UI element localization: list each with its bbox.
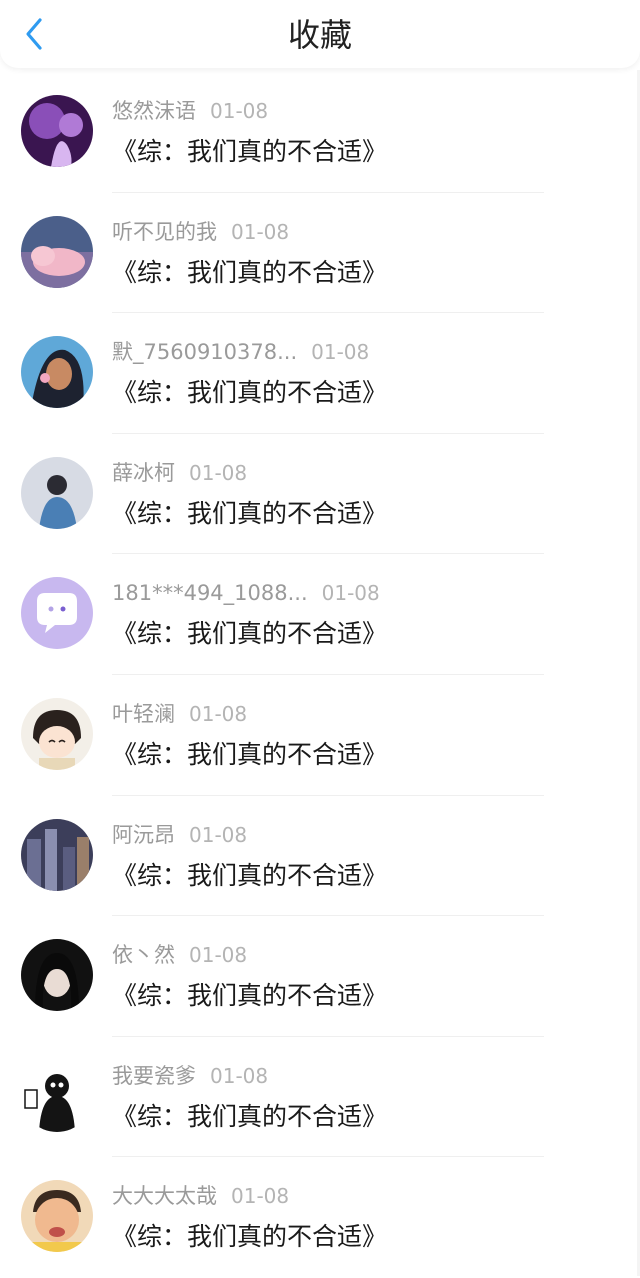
item-meta: 听不见的我 01-08 (112, 217, 289, 247)
user-name: 叶轻澜 (112, 701, 175, 726)
list-item[interactable]: 听不见的我 01-08 《综：我们真的不合适》 (0, 193, 640, 314)
list-item[interactable]: 阿沅昂 01-08 《综：我们真的不合适》 (0, 796, 640, 917)
item-title: 《综：我们真的不合适》 (112, 1222, 388, 1252)
list-item[interactable]: 薛冰柯 01-08 《综：我们真的不合适》 (0, 434, 640, 555)
item-date: 01-08 (231, 1184, 290, 1209)
user-name: 阿沅昂 (112, 822, 175, 847)
avatar[interactable] (21, 939, 93, 1012)
item-title: 《综：我们真的不合适》 (112, 860, 388, 890)
item-date: 01-08 (189, 943, 248, 968)
list-item[interactable]: 181***494_1088... 01-08 《综：我们真的不合适》 (0, 554, 640, 675)
item-date: 01-08 (210, 99, 269, 123)
item-date: 01-08 (189, 701, 248, 726)
avatar[interactable] (21, 456, 93, 529)
list-item[interactable]: 悠然沫语 01-08 《综：我们真的不合适》 (0, 72, 640, 193)
avatar[interactable] (21, 1059, 93, 1132)
list-item[interactable]: 我要瓷爹 01-08 《综：我们真的不合适》 (0, 1037, 640, 1158)
item-title: 《综：我们真的不合适》 (112, 739, 388, 769)
favorites-list: 悠然沫语 01-08 《综：我们真的不合适》 听不见的我 01-08 《综：我们真的… (0, 72, 640, 1278)
item-title: 《综：我们真的不合适》 (112, 257, 388, 287)
item-date: 01-08 (210, 1063, 269, 1088)
item-date: 01-08 (189, 822, 248, 847)
avatar[interactable] (21, 95, 93, 167)
user-name: 薛冰柯 (112, 460, 175, 485)
item-date: 01-08 (321, 581, 380, 606)
user-name: 悠然沫语 (112, 99, 196, 123)
item-date: 01-08 (231, 219, 290, 244)
user-name: 依丶然 (112, 943, 175, 968)
user-name: 听不见的我 (112, 219, 217, 244)
item-meta: 薛冰柯 01-08 (112, 458, 247, 488)
top-bar: 收藏 (0, 0, 640, 68)
avatar[interactable] (21, 215, 93, 288)
item-title: 《综：我们真的不合适》 (112, 1101, 388, 1131)
item-title: 《综：我们真的不合适》 (112, 981, 388, 1011)
avatar[interactable] (21, 577, 93, 650)
item-title: 《综：我们真的不合适》 (112, 619, 388, 649)
item-title: 《综：我们真的不合适》 (112, 137, 388, 166)
list-item[interactable]: 默_7560910378... 01-08 《综：我们真的不合适》 (0, 313, 640, 434)
item-title: 《综：我们真的不合适》 (112, 498, 388, 528)
user-name: 大大大太哉 (112, 1184, 217, 1209)
avatar[interactable] (21, 697, 93, 770)
item-meta: 悠然沫语 01-08 (112, 96, 268, 126)
user-name: 181***494_1088... (112, 581, 308, 606)
list-item[interactable]: 依丶然 01-08 《综：我们真的不合适》 (0, 916, 640, 1037)
user-name: 我要瓷爹 (112, 1063, 196, 1088)
avatar[interactable] (21, 818, 93, 891)
item-meta: 大大大太哉 01-08 (112, 1181, 289, 1211)
item-meta: 依丶然 01-08 (112, 940, 247, 970)
avatar[interactable] (21, 1180, 93, 1253)
item-title: 《综：我们真的不合适》 (112, 378, 388, 408)
page-title: 收藏 (287, 16, 352, 54)
item-meta: 阿沅昂 01-08 (112, 820, 247, 850)
item-date: 01-08 (189, 460, 248, 485)
item-date: 01-08 (311, 340, 370, 365)
item-meta: 默_7560910378... 01-08 (112, 337, 369, 367)
user-name: 默_7560910378... (112, 340, 298, 365)
item-meta: 我要瓷爹 01-08 (112, 1061, 268, 1091)
list-item[interactable]: 大大大太哉 01-08 《综：我们真的不合适》 (0, 1157, 640, 1278)
item-meta: 181***494_1088... 01-08 (112, 578, 380, 608)
item-meta: 叶轻澜 01-08 (112, 699, 247, 729)
avatar[interactable] (21, 336, 93, 409)
list-item[interactable]: 叶轻澜 01-08 《综：我们真的不合适》 (0, 675, 640, 796)
